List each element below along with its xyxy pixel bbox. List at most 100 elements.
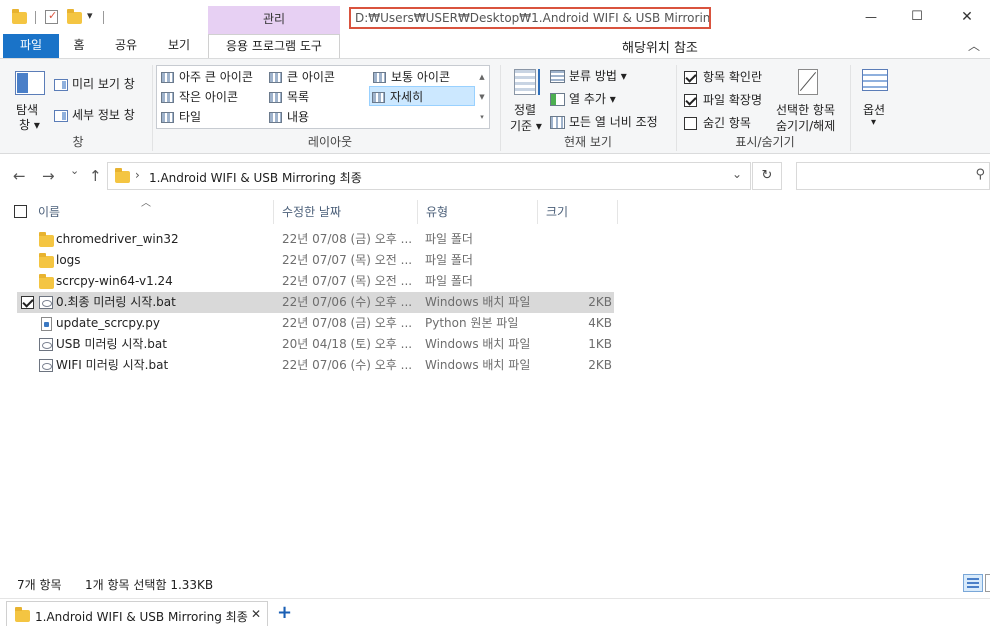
item-checkboxes-toggle[interactable]: 항목 확인란 (684, 68, 762, 85)
select-all-checkbox[interactable] (14, 205, 27, 218)
layout-extra-large-icons[interactable]: 아주 큰 아이콘 (159, 67, 253, 87)
hide-selected-label-1: 선택한 항목 (776, 103, 836, 117)
collapse-ribbon-icon[interactable]: ︿ (968, 37, 980, 54)
preview-pane-button[interactable]: 미리 보기 창 (54, 75, 135, 92)
layout-small-icons[interactable]: 작은 아이콘 (159, 87, 238, 107)
details-pane-icon (54, 109, 68, 122)
tab-strip: 1.Android WIFI & USB Mirroring 최종 ✕ + (0, 598, 990, 626)
close-button[interactable]: ✕ (944, 0, 990, 34)
address-dropdown-icon[interactable]: ⌄ (732, 167, 742, 181)
navigation-pane-label-2: 창 ▾ (19, 118, 40, 132)
hide-selected-label-2: 숨기기/해제 (776, 119, 836, 133)
hidden-items-toggle[interactable]: 숨긴 항목 (684, 114, 751, 131)
details-pane-button[interactable]: 세부 정보 창 (54, 106, 135, 123)
item-checkboxes-checkbox[interactable] (684, 71, 697, 84)
file-name: update_scrcpy.py (56, 316, 160, 330)
file-type: Windows 배치 파일 (425, 337, 531, 351)
hide-selected-icon (798, 69, 818, 95)
refresh-icon: ↻ (761, 168, 773, 183)
tab-home[interactable]: 홈 (66, 34, 92, 58)
file-modified-date: 22년 07/06 (수) 오후 ... (282, 358, 413, 372)
table-row[interactable]: 0.최종 미러링 시작.bat 22년 07/06 (수) 오후 ... Windo… (17, 292, 614, 313)
extra-large-icons-icon (161, 72, 174, 83)
selection-info: 1개 항목 선택함 1.33KB (85, 578, 214, 592)
column-header-name[interactable]: 이름 (30, 200, 274, 224)
table-row[interactable]: scrcpy-win64-v1.24 22년 07/07 (목) 오전 ... 파일… (17, 271, 614, 292)
add-columns-button[interactable]: 열 추가 ▾ (550, 90, 616, 107)
qat-dropdown-icon[interactable]: ▾ (87, 9, 93, 22)
preview-pane-icon (54, 78, 68, 91)
ribbon-separator (676, 65, 677, 151)
back-button[interactable]: ← (13, 167, 26, 185)
file-extensions-toggle[interactable]: 파일 확장명 (684, 91, 762, 108)
fit-columns-button[interactable]: 모든 열 너비 조정 (550, 113, 658, 130)
hide-selected-button[interactable]: 선택한 항목 숨기기/해제 (774, 67, 844, 137)
layout-content[interactable]: 내용 (267, 107, 309, 127)
file-name: USB 미러링 시작.bat (56, 337, 167, 351)
search-input[interactable]: ⚲ (796, 162, 990, 190)
hidden-items-checkbox[interactable] (684, 117, 697, 130)
file-modified-date: 22년 07/08 (금) 오후 ... (282, 232, 413, 246)
file-type: Python 원본 파일 (425, 316, 519, 330)
table-row[interactable]: WIFI 미러링 시작.bat 22년 07/06 (수) 오후 ... Windo… (17, 355, 614, 376)
table-row[interactable]: chromedriver_win32 22년 07/08 (금) 오후 ... 파일… (17, 229, 614, 250)
layout-list[interactable]: 목록 (267, 87, 309, 107)
file-modified-date: 22년 07/07 (목) 오전 ... (282, 253, 413, 267)
table-row[interactable]: USB 미러링 시작.bat 20년 04/18 (토) 오후 ... Window… (17, 334, 614, 355)
forward-button[interactable]: → (42, 167, 55, 185)
layout-medium-icons[interactable]: 보통 아이콘 (371, 67, 450, 87)
options-button[interactable]: 옵션 ▾ (860, 67, 892, 137)
tiles-icon (161, 112, 174, 123)
layout-tiles[interactable]: 타일 (159, 107, 201, 127)
sort-by-button[interactable]: 정렬 기준 ▾ (508, 67, 546, 137)
file-extensions-checkbox[interactable] (684, 94, 697, 107)
tab-file[interactable]: 파일 (3, 34, 59, 58)
close-tab-icon[interactable]: ✕ (251, 607, 261, 621)
maximize-button[interactable]: ☐ (894, 0, 940, 34)
column-header-size[interactable]: 크기 (538, 200, 618, 224)
ribbon-tab-bar: 파일 홈 공유 보기 응용 프로그램 도구 해당위치 참조 ︿ (0, 34, 990, 58)
small-icons-icon (161, 92, 174, 103)
sort-arrow-icon (538, 69, 540, 95)
file-type: 파일 폴더 (425, 253, 473, 267)
details-view-icon (967, 578, 979, 588)
tab-share[interactable]: 공유 (110, 34, 142, 58)
column-header-type[interactable]: 유형 (418, 200, 538, 224)
column-header-modified[interactable]: 수정한 날짜 (274, 200, 418, 224)
table-row[interactable]: update_scrcpy.py 22년 07/08 (금) 오후 ... Pyth… (17, 313, 614, 334)
folder-tab[interactable]: 1.Android WIFI & USB Mirroring 최종 ✕ (6, 601, 268, 626)
navigation-pane-button[interactable]: 탐색 창 ▾ (12, 69, 48, 135)
options-icon (862, 69, 888, 91)
recent-locations-button[interactable]: ⌄ (70, 164, 79, 177)
large-icons-view-toggle[interactable] (985, 574, 990, 592)
details-view-toggle[interactable] (963, 574, 983, 592)
tab-view[interactable]: 보기 (163, 34, 195, 58)
new-tab-button[interactable]: + (277, 602, 292, 623)
file-type: 파일 폴더 (425, 232, 473, 246)
row-checkbox[interactable] (21, 296, 34, 309)
add-columns-icon (550, 93, 565, 106)
medium-icons-icon (373, 72, 386, 83)
up-button[interactable]: ↑ (89, 167, 102, 185)
fit-columns-icon (550, 116, 565, 129)
table-row[interactable]: logs 22년 07/07 (목) 오전 ... 파일 폴더 (17, 250, 614, 271)
group-label-current-view: 현재 보기 (564, 135, 612, 149)
address-bar[interactable]: › 1.Android WIFI & USB Mirroring 최종 ⌄ (107, 162, 751, 190)
properties-icon[interactable]: ✓ (45, 9, 58, 24)
content-icon (269, 112, 282, 123)
layout-details[interactable]: 자세히 (369, 86, 475, 106)
navigation-pane-icon (15, 71, 45, 95)
breadcrumb-current-folder[interactable]: 1.Android WIFI & USB Mirroring 최종 (149, 169, 362, 186)
file-name: 0.최종 미러링 시작.bat (56, 295, 176, 309)
window-title-path: D:₩Users₩USER₩Desktop₩1.Android WIFI & U… (349, 7, 711, 29)
refresh-button[interactable]: ↻ (752, 162, 782, 190)
file-name: WIFI 미러링 시작.bat (56, 358, 169, 372)
details-icon (372, 92, 385, 103)
layout-gallery-scroll[interactable]: ▲ ▼ ▾ (476, 67, 488, 127)
group-by-button[interactable]: 분류 방법 ▾ (550, 67, 627, 84)
minimize-button[interactable]: — (848, 0, 894, 34)
file-modified-date: 22년 07/08 (금) 오후 ... (282, 316, 413, 330)
layout-large-icons[interactable]: 큰 아이콘 (267, 67, 335, 87)
file-name: logs (56, 253, 81, 267)
tab-application-tools[interactable]: 응용 프로그램 도구 (208, 34, 340, 58)
